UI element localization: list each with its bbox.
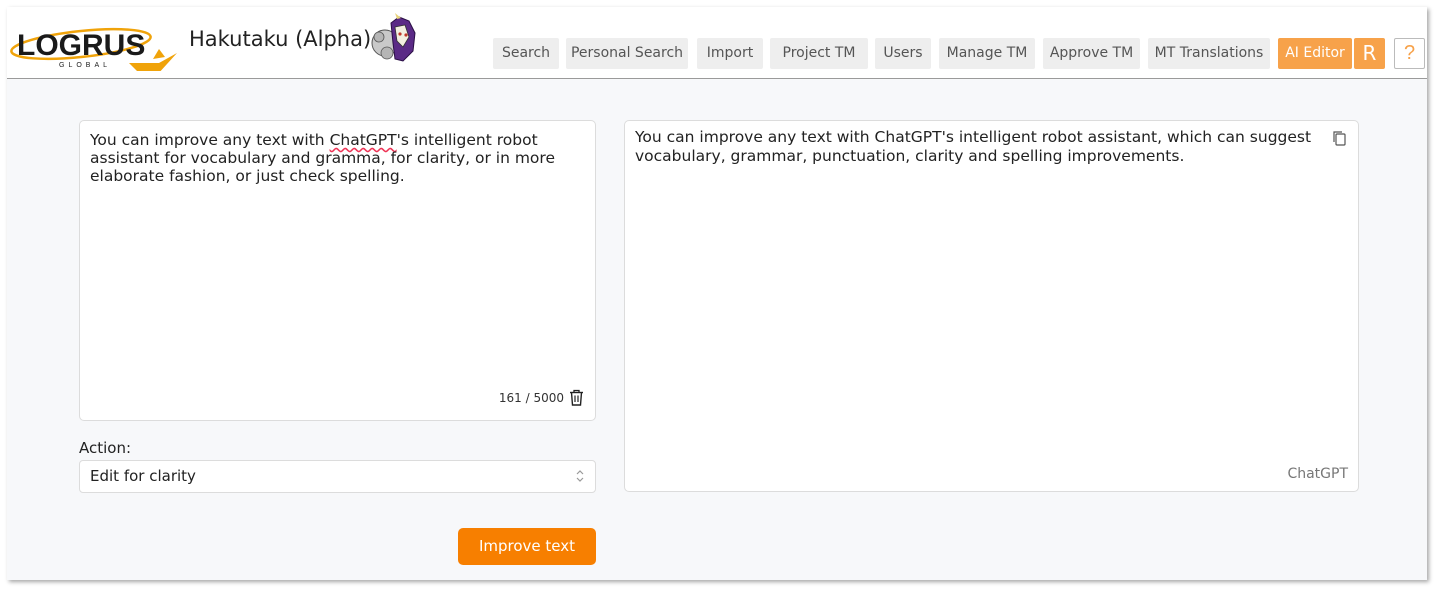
nav-import[interactable]: Import [697, 38, 763, 69]
nav-project-tm[interactable]: Project TM [770, 38, 868, 69]
help-button[interactable]: ? [1394, 38, 1425, 69]
source-text-area[interactable]: You can improve any text with ChatGPT's … [79, 120, 596, 421]
trash-icon[interactable] [569, 389, 584, 406]
character-counter: 161 / 5000 [498, 391, 564, 405]
spellcheck-flagged-word: ChatGPT [329, 131, 397, 149]
logo-subtext: GLOBAL [59, 62, 111, 69]
app-title: Hakutaku (Alpha) [189, 27, 372, 51]
chevron-updown-icon [576, 470, 584, 482]
source-text[interactable]: You can improve any text with ChatGPT's … [90, 131, 570, 185]
source-text-part: You can improve any text with [90, 131, 330, 149]
result-text: You can improve any text with ChatGPT's … [635, 128, 1312, 165]
action-select[interactable]: Edit for clarity [79, 460, 596, 493]
action-selected-value: Edit for clarity [90, 467, 196, 485]
top-bar: LOGRUS GLOBAL Hakutaku (Alpha) Search Pe… [7, 7, 1427, 79]
app-window: LOGRUS GLOBAL Hakutaku (Alpha) Search Pe… [7, 7, 1427, 580]
nav-users[interactable]: Users [875, 38, 931, 69]
result-panel: You can improve any text with ChatGPT's … [624, 120, 1359, 492]
provider-label: ChatGPT [1287, 466, 1348, 482]
hakutaku-mascot-icon [371, 13, 416, 62]
copy-icon[interactable] [1331, 130, 1347, 146]
nav-manage-tm[interactable]: Manage TM [939, 38, 1035, 69]
nav-personal-search[interactable]: Personal Search [566, 38, 688, 69]
improve-text-button[interactable]: Improve text [458, 528, 596, 565]
logrus-logo[interactable]: LOGRUS GLOBAL [9, 19, 179, 71]
nav-ai-editor[interactable]: AI Editor [1278, 38, 1352, 69]
nav-search[interactable]: Search [493, 38, 559, 69]
user-avatar-button[interactable]: R [1354, 38, 1385, 69]
action-label: Action: [79, 439, 132, 457]
logo-text: LOGRUS [17, 29, 145, 62]
nav-approve-tm[interactable]: Approve TM [1043, 38, 1140, 69]
nav-mt-translations[interactable]: MT Translations [1148, 38, 1270, 69]
